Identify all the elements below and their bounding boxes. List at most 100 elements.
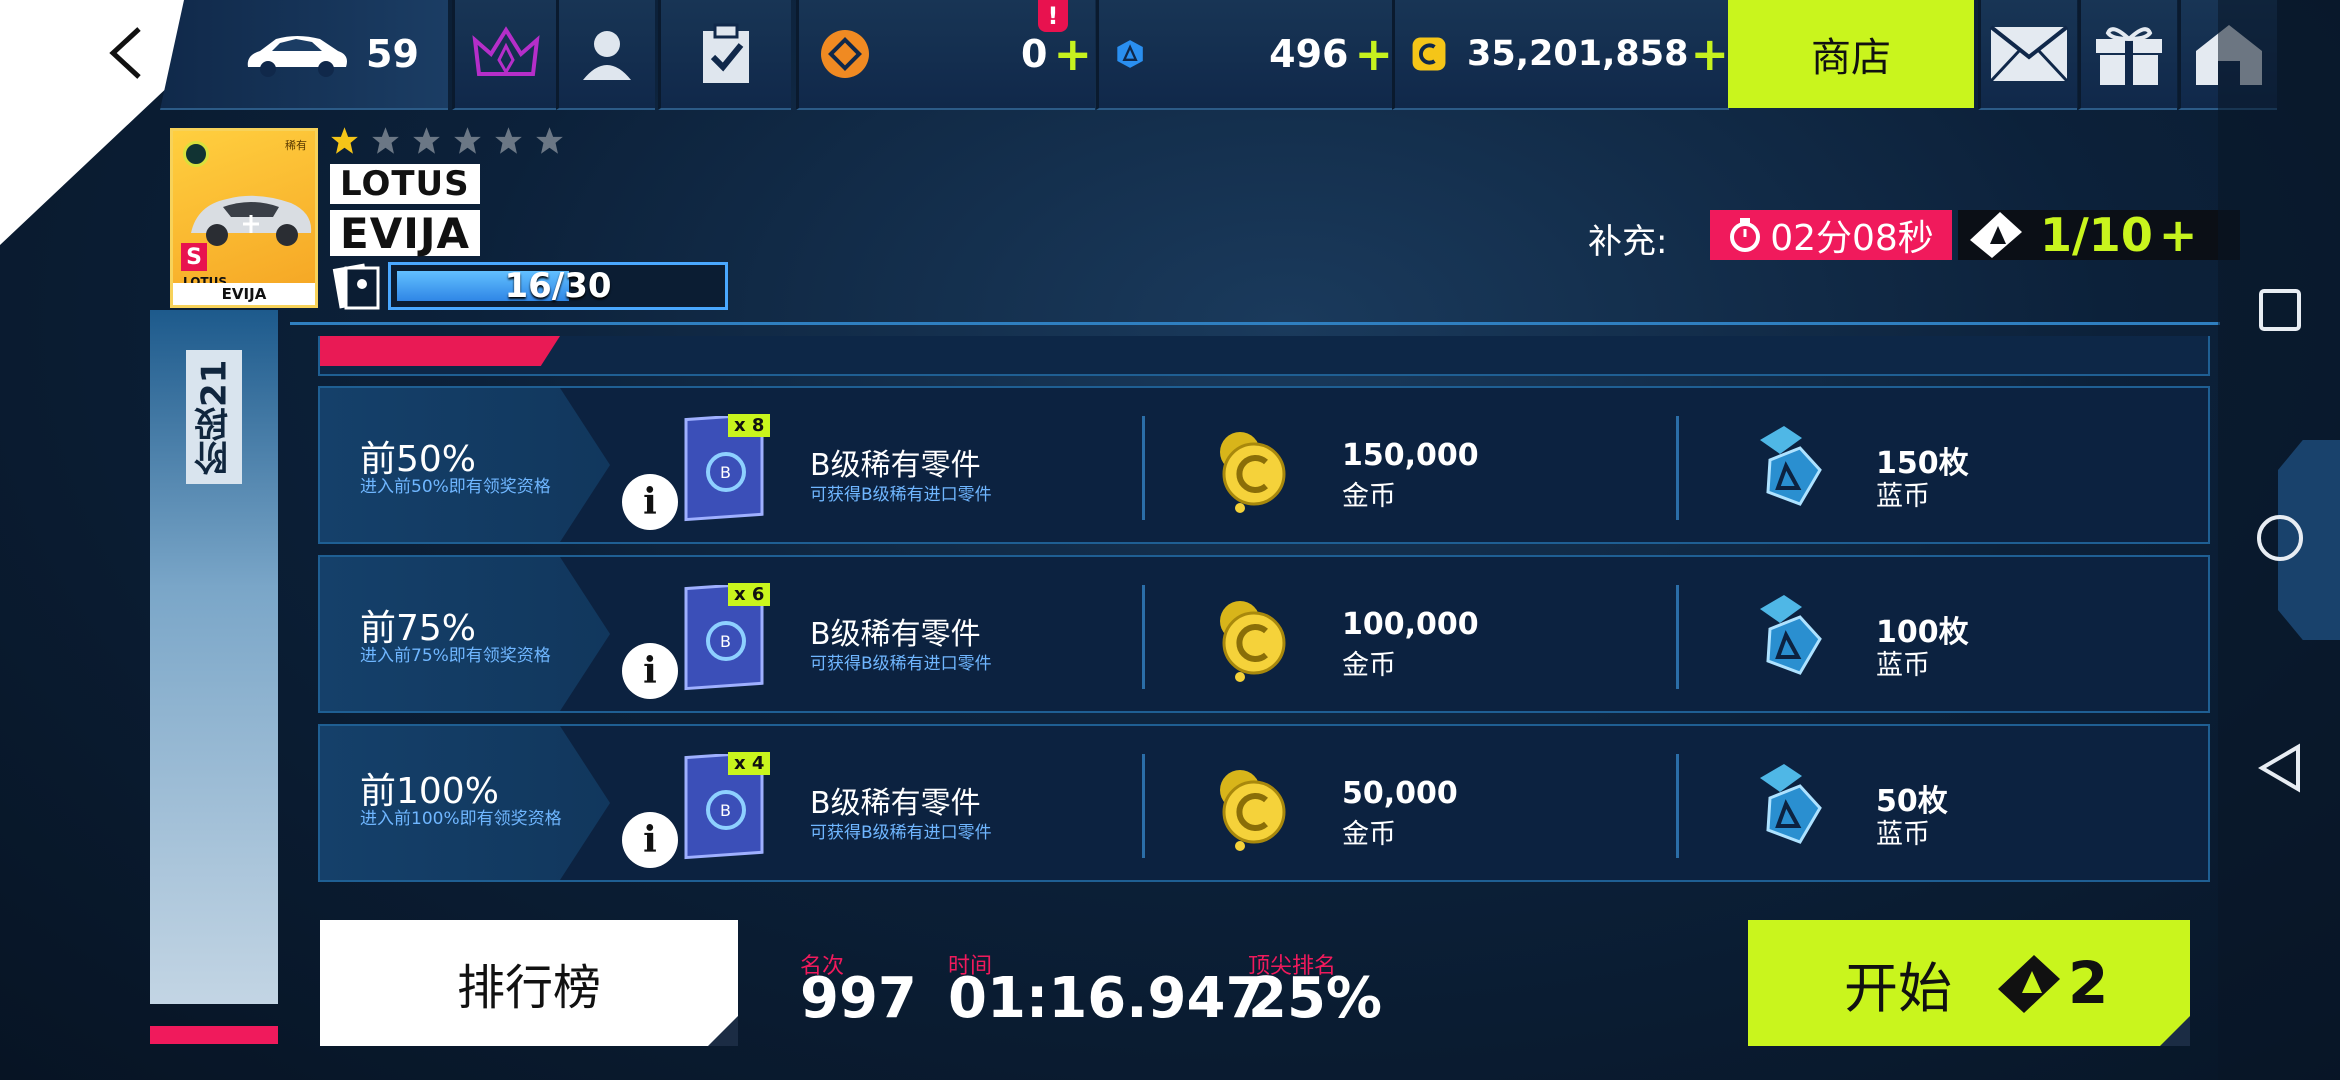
lotus-logo-icon [183, 141, 209, 167]
stopwatch-icon [1730, 218, 1761, 252]
car-model: EVIJA [330, 209, 480, 258]
coin-icon [1220, 432, 1286, 513]
gift-icon [2096, 27, 2162, 85]
coin-amount: 100,000 [1342, 607, 1479, 642]
coin-amount: 50,000 [1342, 776, 1458, 811]
token-icon [1117, 40, 1143, 68]
tasks-button[interactable] [658, 0, 791, 110]
token-counter[interactable]: 496 + [1096, 0, 1393, 110]
pack-count: x 8 [728, 414, 771, 437]
star-rating [330, 126, 564, 155]
token-value: 496 [1269, 32, 1349, 76]
svg-text:B: B [720, 463, 731, 482]
fuel-value: 0 [1021, 32, 1048, 76]
stage-marker [150, 1026, 278, 1044]
ticket-counter[interactable]: 1/10 + [1958, 208, 2240, 262]
gift-button[interactable] [2078, 0, 2177, 110]
coin-amount: 150,000 [1342, 438, 1479, 473]
star-icon [331, 127, 358, 154]
info-button[interactable]: i [622, 643, 678, 699]
back-nav-button[interactable] [2250, 738, 2310, 798]
column-separator [1676, 585, 1679, 689]
crown-icon [472, 26, 540, 76]
back-icon [109, 27, 141, 79]
mail-button[interactable] [1978, 0, 2077, 110]
garage-counter[interactable]: 59 [160, 0, 448, 110]
reward-row: 前100% 进入前100%即有领奖资格 B x 4 i B级稀有零件 可获得B级… [318, 724, 2210, 882]
ticket-value: 1/10 [2040, 208, 2153, 262]
stage-label: 阶段21 [186, 350, 242, 484]
tier-title: 前75% [360, 608, 477, 649]
car-count: 59 [366, 32, 419, 76]
start-button[interactable]: 开始 2 [1748, 920, 2190, 1046]
svg-text:B: B [720, 632, 731, 651]
column-separator [1676, 416, 1679, 520]
star-icon [413, 127, 440, 154]
card-model: EVIJA [173, 283, 315, 305]
column-separator [1142, 585, 1145, 689]
part-subtitle: 可获得B级稀有进口零件 [810, 654, 992, 674]
credits-add-button[interactable]: + [1690, 27, 1729, 81]
reward-row-partial [318, 336, 2210, 376]
car-card[interactable]: 稀有 S LOTUS EVIJA [170, 128, 318, 308]
profile-button[interactable] [556, 0, 655, 110]
credits-counter[interactable]: 35,201,858 + [1392, 0, 1729, 110]
part-title: B级稀有零件 [810, 617, 981, 652]
star-icon [495, 127, 522, 154]
ticket-icon [1970, 212, 2022, 258]
leaderboard-button[interactable]: 排行榜 [320, 920, 738, 1046]
circle-nav-icon [2257, 515, 2303, 561]
tier-subtitle: 进入前75%即有领奖资格 [360, 646, 551, 666]
column-separator [1142, 416, 1145, 520]
coin-icon [1220, 770, 1286, 851]
profile-icon [583, 31, 631, 80]
part-subtitle: 可获得B级稀有进口零件 [810, 485, 992, 505]
car-image [191, 195, 312, 246]
start-label: 开始 [1844, 956, 1952, 1020]
tier-title: 前50% [360, 439, 477, 480]
recent-apps-button[interactable] [2250, 280, 2310, 340]
car-icon [247, 36, 347, 77]
reward-row: 前75% 进入前75%即有领奖资格 B x 6 i B级稀有零件 可获得B级稀有… [318, 555, 2210, 713]
column-separator [1142, 754, 1145, 858]
fuel-add-button[interactable]: + [1053, 27, 1092, 81]
square-nav-icon [2259, 289, 2301, 331]
token-unit: 蓝币 [1876, 481, 1930, 512]
back-button[interactable] [95, 20, 155, 86]
leaderboard-label: 排行榜 [456, 960, 601, 1016]
class-badge: S [181, 243, 207, 271]
header-divider [290, 322, 2220, 325]
token-unit: 蓝币 [1876, 650, 1930, 681]
alert-badge: ! [1038, 0, 1068, 32]
corner-mark [2160, 1016, 2190, 1046]
ticket-add-button[interactable]: + [2159, 208, 2198, 262]
clipboard-icon [703, 23, 749, 83]
info-button[interactable]: i [622, 812, 678, 868]
rank-crown-button[interactable] [452, 0, 557, 110]
svg-text:B: B [720, 801, 731, 820]
coin-unit: 金币 [1342, 650, 1396, 681]
star-icon [372, 127, 399, 154]
star-icon [454, 127, 481, 154]
tier-subtitle: 进入前50%即有领奖资格 [360, 477, 551, 497]
timer-value: 02分08秒 [1770, 218, 1934, 259]
car-brand: LOTUS [330, 164, 480, 204]
info-button[interactable]: i [622, 474, 678, 530]
part-subtitle: 可获得B级稀有进口零件 [810, 823, 992, 843]
rank-value: 997 [800, 966, 917, 1031]
part-title: B级稀有零件 [810, 448, 981, 483]
pack-count: x 6 [728, 583, 771, 606]
time-value: 01:16.947 [948, 966, 1265, 1031]
refill-timer: 02分08秒 [1710, 210, 1952, 260]
shop-button[interactable]: 商店 [1728, 0, 1974, 108]
top-rank-value: 25% [1248, 966, 1383, 1031]
coin-unit: 金币 [1342, 481, 1396, 512]
blue-token-icon [1760, 764, 1822, 844]
home-nav-button[interactable] [2250, 508, 2310, 568]
diamond-icon [821, 30, 869, 78]
token-add-button[interactable]: + [1354, 27, 1393, 81]
start-cost: 2 [2068, 949, 2109, 1017]
part-title: B级稀有零件 [810, 786, 981, 821]
blueprint-progress: 16/30 [388, 262, 728, 310]
credits-value: 35,201,858 [1467, 34, 1689, 74]
